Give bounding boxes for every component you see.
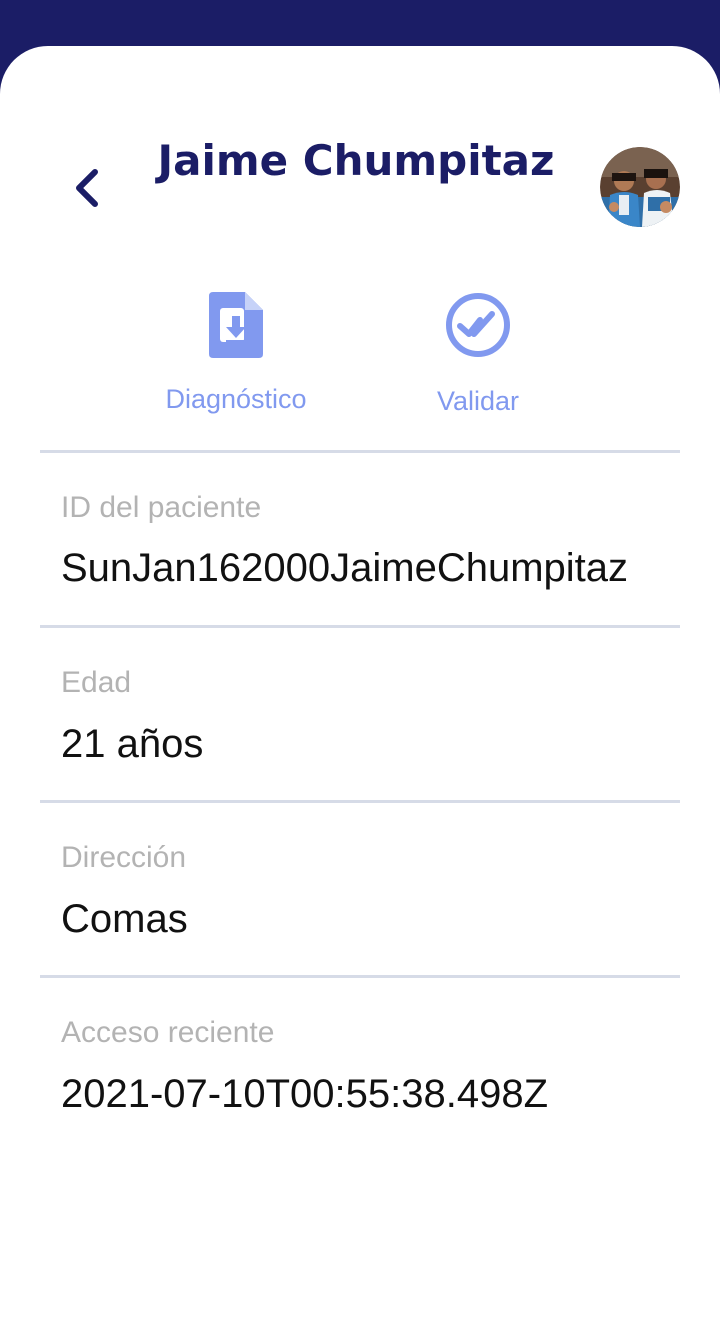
divider xyxy=(40,975,680,978)
diagnostico-label: Diagnóstico xyxy=(165,384,307,414)
validar-button[interactable]: Validar xyxy=(378,286,578,426)
divider xyxy=(40,800,680,803)
age-value: 21 años xyxy=(61,722,204,766)
address-value: Comas xyxy=(61,897,188,941)
patient-id-value: SunJan162000JaimeChumpitaz xyxy=(61,546,629,590)
patient-id-label: ID del paciente xyxy=(61,491,262,524)
profile-photo xyxy=(600,147,680,227)
age-label: Edad xyxy=(61,666,132,699)
page-title: Jaime Chumpitaz xyxy=(157,136,555,185)
recent-access-label: Acceso reciente xyxy=(61,1016,275,1049)
divider xyxy=(40,450,680,453)
validar-label: Validar xyxy=(436,386,520,416)
file-download-icon xyxy=(209,292,263,358)
divider xyxy=(40,625,680,628)
back-button[interactable] xyxy=(56,150,116,226)
address-label: Dirección xyxy=(61,841,187,874)
diagnostico-button[interactable]: Diagnóstico xyxy=(136,286,336,426)
recent-access-value: 2021-07-10T00:55:38.498Z xyxy=(61,1072,549,1116)
avatar[interactable] xyxy=(600,147,680,227)
check-circle-icon xyxy=(446,293,510,357)
chevron-left-icon xyxy=(76,169,98,207)
